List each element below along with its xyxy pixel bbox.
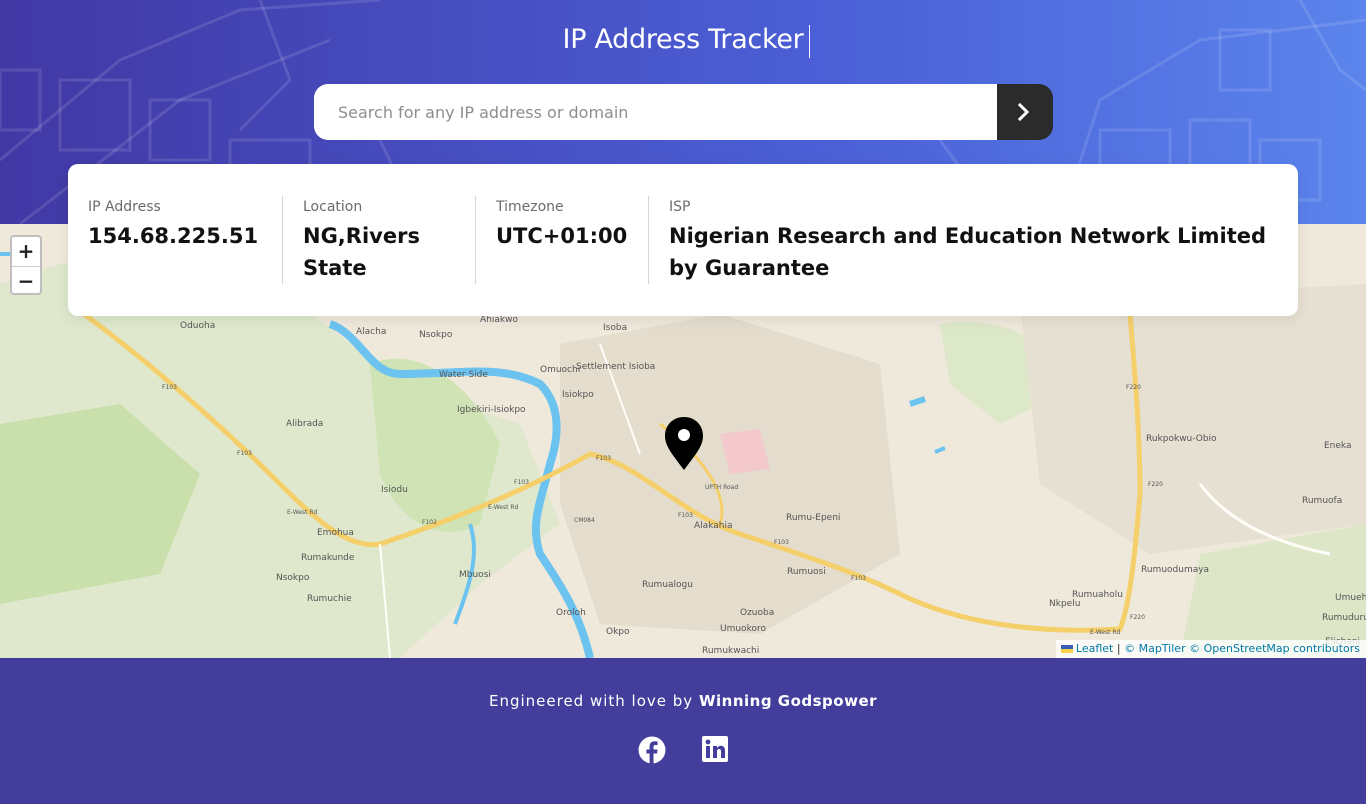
footer-credit: Engineered with love by Winning Godspowe… [0, 692, 1366, 710]
credit-prefix: Engineered with love by [488, 692, 694, 710]
place-label: Umuokoro [720, 624, 766, 634]
location-value: NG,Rivers State [303, 220, 420, 284]
road-label: CM084 [574, 517, 595, 524]
facebook-icon[interactable] [638, 736, 666, 764]
place-label: Water Side [439, 370, 488, 380]
osm-link[interactable]: © OpenStreetMap contributors [1189, 642, 1360, 655]
place-label: Alibrada [286, 419, 323, 429]
place-label: Rumualogu [642, 580, 693, 590]
place-label: Isiodu [381, 485, 408, 495]
search-input[interactable] [314, 84, 997, 140]
road-label: F103 [162, 384, 177, 391]
location-value-line2: State [303, 256, 367, 280]
road-label: F103 [678, 512, 693, 519]
isp-value-line2: by Guarantee [669, 256, 830, 280]
place-label: Nkpelu [1049, 599, 1080, 609]
search-submit-button[interactable] [997, 84, 1053, 140]
chevron-right-icon [1017, 102, 1030, 122]
place-label: Isoba [603, 323, 627, 333]
place-label: Settlement Isioba [576, 362, 655, 372]
footer: Engineered with love by Winning Godspowe… [0, 658, 1366, 804]
attribution-separator: | [1116, 642, 1121, 655]
place-label: Ahiakwo [480, 315, 518, 325]
place-label: Oroloh [556, 608, 586, 618]
place-label: Rumakunde [301, 553, 355, 563]
maptiler-link[interactable]: © MapTiler [1124, 642, 1186, 655]
road-label: F103 [774, 539, 789, 546]
ip-address-section: IP Address 154.68.225.51 [88, 198, 258, 252]
timezone-label: Timezone [496, 199, 564, 215]
leaflet-link[interactable]: Leaflet [1076, 642, 1113, 655]
isp-label: ISP [669, 199, 691, 215]
road-label: UPTH Road [705, 484, 738, 491]
road-label: E-West Rd [1090, 629, 1121, 636]
ukraine-flag-icon [1060, 645, 1073, 653]
place-label: Nsokpo [419, 330, 453, 340]
place-label: Eneka [1324, 441, 1352, 451]
isp-section: ISP Nigerian Research and Education Netw… [669, 198, 1266, 284]
divider [475, 196, 476, 284]
place-label: Rumuodumaya [1141, 565, 1209, 575]
place-label: Rumuduru [1322, 613, 1366, 623]
credit-name: Winning Godspower [698, 692, 878, 710]
place-label: Rumuofa [1302, 496, 1342, 506]
location-label: Location [303, 199, 363, 215]
place-label: Emohua [317, 528, 354, 538]
timezone-value: UTC+01:00 [496, 224, 628, 248]
place-label: Umueher [1335, 593, 1366, 603]
place-label: Mbuosi [459, 570, 491, 580]
location-value-line1: NG,Rivers [303, 224, 420, 248]
road-label: F103 [237, 450, 252, 457]
location-section: Location NG,Rivers State [303, 198, 420, 284]
place-label: Okpo [606, 627, 630, 637]
place-label: Rumuaholu [1072, 590, 1123, 600]
place-label: Oduoha [180, 321, 215, 331]
road-label: F220 [1130, 614, 1145, 621]
place-label: Rumu-Epeni [786, 513, 840, 523]
road-label: F103 [596, 455, 611, 462]
page-title: IP Address Tracker [562, 24, 804, 55]
divider [648, 196, 649, 284]
road-label: F102 [422, 519, 437, 526]
place-label: Nsokpo [276, 573, 310, 583]
timezone-section: Timezone UTC+01:00 [496, 198, 627, 252]
text-cursor [809, 25, 810, 58]
zoom-out-button[interactable]: − [12, 267, 40, 296]
ip-address-value: 154.68.225.51 [88, 224, 259, 248]
zoom-in-button[interactable]: + [12, 237, 40, 267]
road-label: F220 [1148, 481, 1163, 488]
ip-info-card: IP Address 154.68.225.51 Location NG,Riv… [68, 164, 1298, 316]
place-label: Alakahia [694, 521, 732, 531]
place-label: Igbekiri-Isiokpo [457, 405, 526, 415]
road-label: F103 [514, 479, 529, 486]
road-label: F103 [851, 575, 866, 582]
place-label: Ozuoba [740, 608, 774, 618]
place-label: Rumuchie [307, 594, 352, 604]
linkedin-icon[interactable] [702, 736, 730, 764]
place-label: Alacha [356, 327, 386, 337]
place-label: Rukpokwu-Obio [1146, 434, 1217, 444]
ip-address-label: IP Address [88, 199, 161, 215]
place-label: Omuochi [540, 365, 580, 375]
road-label: F220 [1126, 384, 1141, 391]
place-label: Isiokpo [562, 390, 594, 400]
search-bar [314, 84, 1053, 140]
road-label: E-West Rd [287, 509, 318, 516]
place-label: Rumukwachi [702, 646, 759, 656]
zoom-control: + − [10, 235, 42, 295]
road-label: E-West Rd [488, 504, 519, 511]
place-label: Rumuosi [787, 567, 826, 577]
divider [282, 196, 283, 284]
map-attribution: Leaflet | © MapTiler © OpenStreetMap con… [1055, 640, 1366, 658]
isp-value-line1: Nigerian Research and Education Network … [669, 224, 1267, 248]
isp-value: Nigerian Research and Education Network … [669, 220, 1266, 284]
